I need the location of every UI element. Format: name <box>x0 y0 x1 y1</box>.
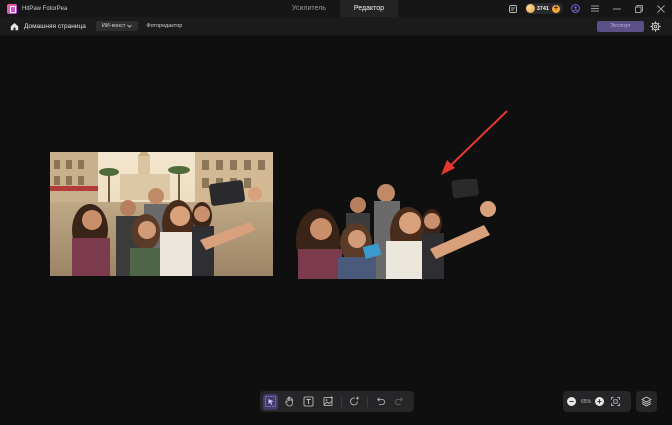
layers-button[interactable] <box>636 391 657 412</box>
redo-icon <box>395 397 403 405</box>
tab-enhancer[interactable]: Усилитель <box>278 0 340 17</box>
ai-tools-dropdown[interactable]: ИИ-конст <box>95 21 139 31</box>
chevron-down-icon <box>127 24 133 28</box>
toolbar-divider <box>340 396 342 407</box>
app-title: HitPaw FotorPea <box>22 5 68 12</box>
image-tool-button[interactable] <box>320 394 335 410</box>
undo-button[interactable] <box>373 394 388 410</box>
coin-balance[interactable]: 3741 + <box>524 3 563 14</box>
text-icon <box>303 396 314 407</box>
settings-button[interactable] <box>649 20 662 33</box>
gear-icon <box>650 21 661 32</box>
close-button[interactable] <box>650 0 672 17</box>
restore-button[interactable] <box>628 0 650 17</box>
add-coins-button[interactable]: + <box>552 4 560 13</box>
canvas-tools-bar <box>260 391 414 412</box>
redo-button[interactable] <box>392 394 407 410</box>
toolbar-divider <box>366 396 368 407</box>
home-button[interactable]: Домашняя страница <box>10 22 86 31</box>
text-tool-button[interactable] <box>301 394 316 410</box>
editor-canvas[interactable] <box>0 36 672 425</box>
tab-editor[interactable]: Редактор <box>339 0 399 17</box>
hand-icon <box>285 396 293 407</box>
red-arrow-annotation <box>441 110 508 175</box>
tasks-icon[interactable] <box>508 4 518 14</box>
minimize-button[interactable] <box>606 0 628 17</box>
photo-editor-label: Фоторедактор <box>146 23 183 29</box>
title-bar: HitPaw FotorPea Усилитель Редактор 3741 … <box>0 0 672 17</box>
rotate-tool-button[interactable] <box>347 394 362 410</box>
fit-to-screen-button[interactable] <box>611 397 620 406</box>
account-icon[interactable] <box>570 4 580 14</box>
export-button[interactable]: Экспорт <box>597 21 644 32</box>
home-icon <box>10 22 19 30</box>
zoom-in-button[interactable]: + <box>595 397 605 406</box>
zoom-level: 65% <box>581 398 592 405</box>
ai-tools-label: ИИ-конст <box>101 23 126 29</box>
select-tool-button[interactable] <box>263 393 279 410</box>
app-branding: HitPaw FotorPea <box>7 3 68 14</box>
home-label: Домашняя страница <box>24 22 86 30</box>
undo-icon <box>376 397 385 405</box>
hand-tool-button[interactable] <box>282 394 297 410</box>
select-cursor-icon <box>265 396 276 407</box>
editor-toolbar: Домашняя страница ИИ-конст Фоторедактор … <box>0 17 672 36</box>
minimize-icon <box>613 8 621 9</box>
fit-screen-icon <box>611 397 620 406</box>
coin-count: 3741 <box>536 5 549 12</box>
restore-icon <box>635 4 643 13</box>
zoom-controls: − 65% + <box>563 391 631 412</box>
titlebar-actions: 3741 + <box>504 0 672 17</box>
coin-icon <box>525 4 535 13</box>
app-window: HitPaw FotorPea Усилитель Редактор 3741 … <box>0 0 672 425</box>
close-icon <box>657 4 665 13</box>
image-add-icon <box>323 396 333 406</box>
rotate-add-icon <box>349 396 359 406</box>
hamburger-icon <box>591 5 599 12</box>
zoom-out-button[interactable]: − <box>567 397 576 406</box>
layers-icon <box>641 396 652 407</box>
app-logo-icon <box>7 3 17 14</box>
mode-tabs: Усилитель Редактор <box>278 0 399 17</box>
menu-button[interactable] <box>584 0 606 17</box>
